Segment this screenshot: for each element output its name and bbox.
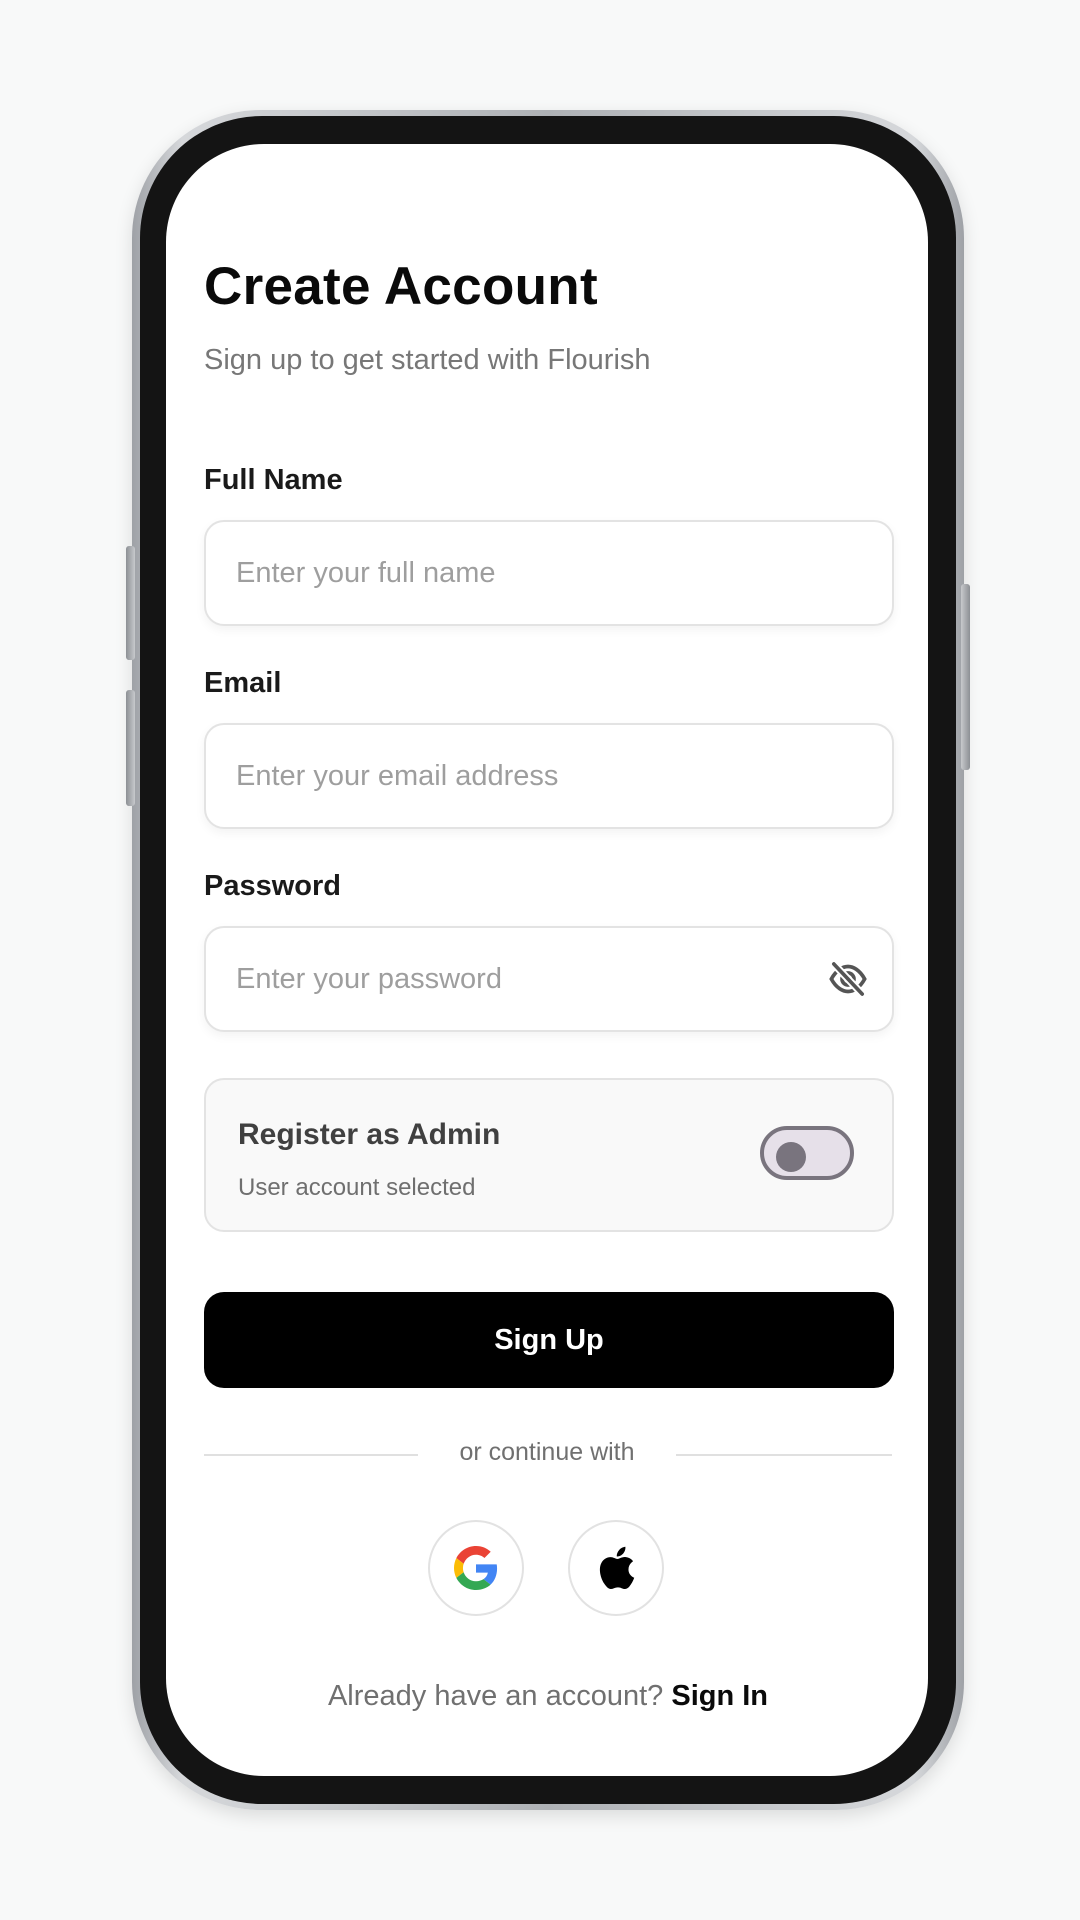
page-subtitle: Sign up to get started with Flourish <box>204 344 651 376</box>
password-input[interactable] <box>236 928 796 1030</box>
apple-sign-in-button[interactable] <box>568 1520 664 1616</box>
app-screen: Create Account Sign up to get started wi… <box>166 144 928 1776</box>
divider-text: or continue with <box>459 1438 635 1466</box>
google-sign-in-button[interactable] <box>428 1520 524 1616</box>
email-field[interactable] <box>204 723 894 829</box>
apple-icon <box>599 1546 635 1590</box>
full-name-label: Full Name <box>204 464 343 496</box>
power-button <box>961 584 970 770</box>
full-name-field[interactable] <box>204 520 894 626</box>
email-input[interactable] <box>236 725 796 827</box>
password-field[interactable] <box>204 926 894 1032</box>
admin-toggle-status: User account selected <box>238 1174 476 1201</box>
sign-in-prompt: Already have an account? Sign In <box>204 1680 892 1713</box>
toggle-knob <box>776 1142 806 1172</box>
page-title: Create Account <box>204 257 598 316</box>
sign-up-button[interactable]: Sign Up <box>204 1292 894 1388</box>
volume-down-button <box>126 690 135 806</box>
admin-register-card: Register as Admin User account selected <box>204 1078 894 1232</box>
admin-toggle-switch[interactable] <box>760 1126 854 1180</box>
sign-in-question: Already have an account? <box>327 1680 664 1712</box>
eye-off-icon[interactable] <box>826 959 870 999</box>
google-icon <box>454 1546 498 1590</box>
volume-up-button <box>126 546 135 660</box>
sign-in-link[interactable]: Sign In <box>671 1680 768 1712</box>
divider-line-right <box>676 1454 892 1456</box>
divider-line-left <box>204 1454 418 1456</box>
full-name-input[interactable] <box>236 522 796 624</box>
email-label: Email <box>204 667 282 699</box>
password-label: Password <box>204 870 341 902</box>
admin-toggle-title: Register as Admin <box>238 1118 501 1151</box>
